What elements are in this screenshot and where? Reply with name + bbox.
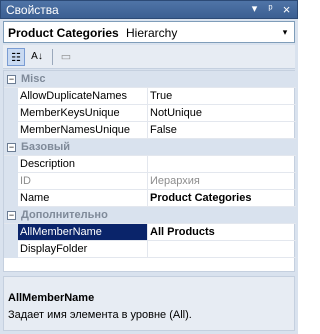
close-icon[interactable]: × bbox=[279, 2, 294, 17]
property-name[interactable]: Name bbox=[20, 192, 146, 204]
collapse-toggle-icon[interactable]: − bbox=[7, 143, 16, 152]
row-gutter bbox=[4, 122, 18, 139]
property-value[interactable]: False bbox=[150, 124, 177, 136]
property-row[interactable]: DisplayFolder bbox=[4, 241, 296, 258]
properties-toolbar: ☷ A↓ ▭ bbox=[3, 45, 295, 69]
column-divider bbox=[147, 241, 148, 258]
description-pane: AllMemberName Задает имя элемента в уров… bbox=[3, 276, 295, 331]
categorized-view-button[interactable]: ☷ bbox=[7, 48, 25, 66]
property-name[interactable]: MemberKeysUnique bbox=[20, 107, 146, 119]
title-bar: Свойства ▾ ᵖ × bbox=[0, 0, 298, 19]
row-gutter bbox=[4, 173, 18, 190]
description-text: Задает имя элемента в уровне (All). bbox=[8, 309, 192, 321]
row-gutter bbox=[4, 156, 18, 173]
selected-object-type: Hierarchy bbox=[126, 26, 178, 40]
property-name[interactable]: AllowDuplicateNames bbox=[20, 90, 146, 102]
property-name[interactable]: Description bbox=[20, 158, 146, 170]
category-label: Базовый bbox=[21, 141, 70, 153]
property-value: Иерархия bbox=[150, 175, 200, 187]
category-label: Дополнительно bbox=[21, 209, 108, 221]
property-row[interactable]: MemberNamesUnique False bbox=[4, 122, 296, 139]
category-header[interactable]: − Дополнительно bbox=[4, 207, 296, 224]
pin-icon[interactable]: ᵖ bbox=[263, 2, 278, 17]
chevron-down-icon[interactable]: ▾ bbox=[277, 23, 293, 41]
property-row[interactable]: ID Иерархия bbox=[4, 173, 296, 190]
properties-window: Свойства ▾ ᵖ × Product Categories Hierar… bbox=[0, 0, 298, 334]
row-gutter bbox=[4, 224, 18, 241]
column-divider bbox=[147, 156, 148, 173]
property-name[interactable]: AllMemberName bbox=[18, 224, 147, 240]
window-title: Свойства bbox=[6, 3, 59, 17]
property-row[interactable]: Name Product Categories bbox=[4, 190, 296, 207]
property-name[interactable]: ID bbox=[20, 175, 146, 187]
column-divider bbox=[147, 105, 148, 122]
category-header[interactable]: − Базовый bbox=[4, 139, 296, 156]
collapse-toggle-icon[interactable]: − bbox=[7, 211, 16, 220]
property-value[interactable]: NotUnique bbox=[150, 107, 202, 119]
column-divider bbox=[147, 88, 148, 105]
toolbar-separator bbox=[52, 49, 53, 65]
property-row[interactable]: MemberKeysUnique NotUnique bbox=[4, 105, 296, 122]
column-divider bbox=[147, 224, 148, 241]
category-header[interactable]: − Misc bbox=[4, 71, 296, 88]
property-row[interactable]: AllMemberName All Products bbox=[4, 224, 296, 241]
property-row[interactable]: Description bbox=[4, 156, 296, 173]
property-value[interactable]: Product Categories bbox=[150, 192, 251, 204]
window-menu-dropdown-icon[interactable]: ▾ bbox=[247, 2, 262, 17]
property-value[interactable]: All Products bbox=[150, 226, 215, 238]
row-gutter bbox=[4, 105, 18, 122]
column-divider bbox=[147, 173, 148, 190]
row-gutter bbox=[4, 241, 18, 258]
column-divider bbox=[147, 190, 148, 207]
property-pages-button[interactable]: ▭ bbox=[57, 48, 75, 66]
row-gutter bbox=[4, 190, 18, 207]
collapse-toggle-icon[interactable]: − bbox=[7, 75, 16, 84]
object-selector-dropdown[interactable]: Product Categories Hierarchy ▾ bbox=[3, 21, 295, 43]
row-gutter bbox=[4, 88, 18, 105]
property-name[interactable]: DisplayFolder bbox=[20, 243, 146, 255]
property-value[interactable]: True bbox=[150, 90, 172, 102]
property-row[interactable]: AllowDuplicateNames True bbox=[4, 88, 296, 105]
category-label: Misc bbox=[21, 73, 46, 85]
column-divider bbox=[147, 122, 148, 139]
property-name[interactable]: MemberNamesUnique bbox=[20, 124, 146, 136]
description-title: AllMemberName bbox=[8, 292, 95, 304]
alphabetical-sort-button[interactable]: A↓ bbox=[28, 48, 46, 66]
property-grid: − Misc AllowDuplicateNames True MemberKeysUn… bbox=[3, 70, 296, 272]
selected-object-name: Product Categories bbox=[8, 26, 119, 40]
